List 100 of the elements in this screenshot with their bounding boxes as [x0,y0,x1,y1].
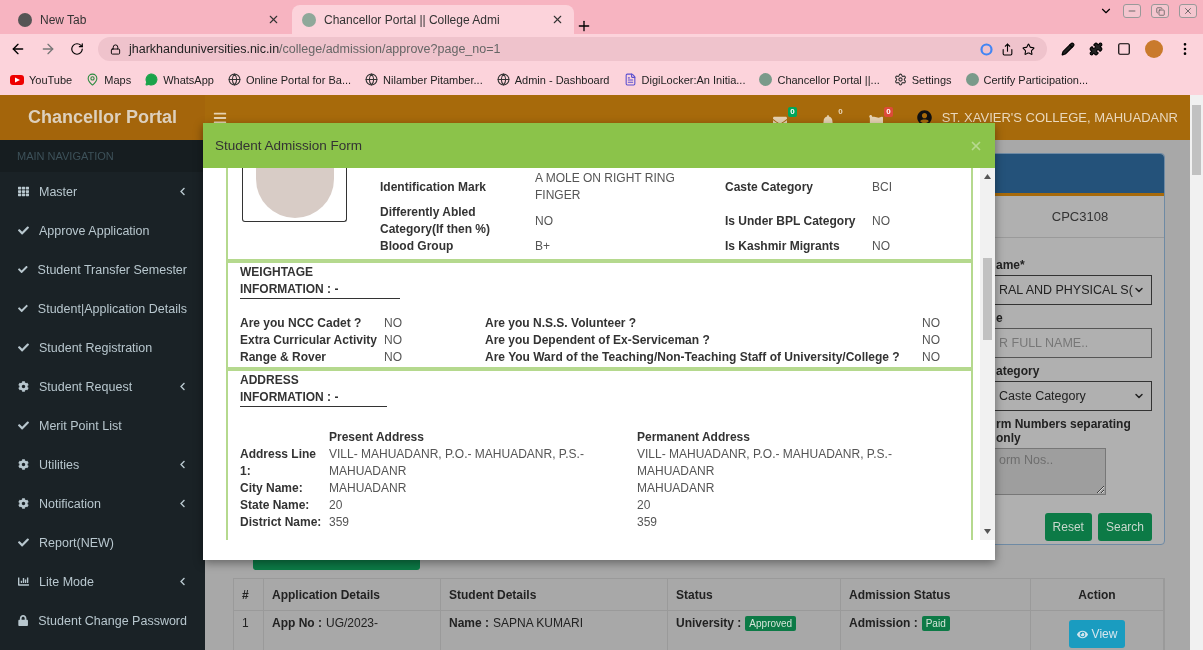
check-icon [18,420,29,431]
field-value: NO [922,349,941,366]
back-icon[interactable] [10,41,26,57]
column-header: Application Details [264,579,441,611]
sidebar-item[interactable]: Lite Mode [0,562,205,601]
globe-icon [365,73,379,86]
document-icon [623,73,637,86]
gear-icon [18,381,29,392]
sidebar-item[interactable]: Report(NEW) [0,523,205,562]
sidebar-item[interactable]: Master [0,172,205,211]
field-value: B+ [535,238,551,255]
forward-icon[interactable] [40,41,56,57]
scroll-thumb[interactable] [983,258,992,340]
bookmark-link[interactable]: Admin - Dashboard [496,73,610,86]
notification-count: 0 [884,106,893,117]
section-heading: ADDRESS INFORMATION : - [240,372,387,407]
field-label: e [996,311,1004,325]
bookmark-link[interactable]: YouTube [10,73,73,86]
bookmark-link[interactable]: WhatsApp [145,73,214,86]
section-label: MAIN NAVIGATION [0,140,205,172]
field-label: Address Line 1: [240,446,318,480]
pencil-icon[interactable] [1061,42,1075,56]
sidebar-item[interactable]: Student|Application Details [0,289,205,328]
settings-icon [893,73,907,86]
user-avatar-icon [916,110,932,125]
sidebar-item[interactable]: Student Transfer Semester [0,250,205,289]
bookmark-link[interactable]: Maps [86,73,132,86]
column-header: Admission Status [841,579,1031,611]
field-value: VILL- MAHUADANR, P.O.- MAHUADANR, P.S.- MAHUADANR [329,446,585,480]
field-label: University : [676,616,742,630]
check-icon [18,303,28,314]
bar-chart-icon [18,576,29,587]
field-label: District Name: [240,514,323,531]
bookmark-star-icon[interactable] [1022,42,1035,56]
bookmark-link[interactable]: Chancellor Portal ||... [759,73,880,86]
field-value: MAHUADANR [329,480,408,497]
brand-title: Chancellor Portal [0,95,205,140]
field-label: rm Numbers separating only [996,417,1132,445]
field-value: NO [384,315,403,332]
action-button[interactable]: Search [1097,513,1152,541]
sidebar-item[interactable]: Notification [0,484,205,523]
table-cell: 1 [234,611,264,650]
reload-icon[interactable] [70,42,84,56]
sidebar-item[interactable]: Student Request [0,367,205,406]
scroll-thumb[interactable] [1192,105,1201,175]
column-header: Action [1031,579,1164,611]
field-value: NO [872,212,891,230]
tab-favicon-icon [302,12,316,27]
field-label: Are you NCC Cadet ? [240,315,363,332]
close-button[interactable] [1179,4,1197,18]
action-button[interactable]: Reset [1044,513,1092,541]
lock-icon [18,615,29,626]
share-icon[interactable] [1001,42,1014,56]
sidebar-item[interactable]: Merit Point List [0,406,205,445]
close-icon[interactable] [551,13,564,26]
field-label: Name : [449,616,489,630]
field-label: Blood Group [380,238,455,255]
globe-icon [227,73,241,86]
chat-icon [145,73,159,86]
globe-icon [496,73,510,86]
field-label: Admission : [849,616,918,630]
side-panel-icon[interactable] [1117,42,1131,56]
sidebar-item[interactable]: Utilities [0,445,205,484]
close-icon[interactable] [267,13,280,26]
bookmark-link[interactable]: DigiLocker:An Initia... [623,73,746,86]
field-label: Is Under BPL Category [725,212,857,230]
field-label: Caste Category [725,178,815,196]
close-icon [1183,6,1193,16]
column-header: Status [668,579,841,611]
field-label: Are You Ward of the Teaching/Non-Teaching Staff of University/College ? [485,349,901,366]
sidebar-item[interactable]: Student Registration [0,328,205,367]
field-value: NO [922,315,941,332]
field-value: 20 [637,497,652,514]
browser-tab[interactable]: New Tab [8,5,290,34]
modal-title: Student Admission Form [215,138,363,153]
sidebar-item[interactable]: Approve Application [0,211,205,250]
field-label: Are you Dependent of Ex-Serviceman ? [485,332,711,349]
tab-favicon-icon [18,12,32,27]
new-tab-icon[interactable] [576,18,592,34]
address-bar[interactable]: jharkhanduniversities.nic.in/college/admission/approve?page_no=1 [98,37,1047,61]
scroll-up-icon[interactable] [984,174,991,179]
column-header: # [234,579,264,611]
browser-tab[interactable]: Chancellor Portal || College Admi [292,5,574,34]
gear-icon [18,498,29,509]
bookmark-link[interactable]: Online Portal for Ba... [227,73,352,86]
check-icon [18,537,29,548]
field-label: Extra Curricular Activity [240,332,378,349]
lock-icon [110,43,121,55]
sidebar-item[interactable]: Student Change Password [0,601,205,640]
bookmark-link[interactable]: Nilamber Pitamber... [365,73,483,86]
check-icon [18,264,28,275]
bookmark-link[interactable]: Certify Participation... [965,73,1089,86]
field-value: NO [535,212,554,230]
field-value: SAPNA KUMARI [493,616,584,630]
eye-icon [1076,628,1088,640]
puzzle-icon[interactable] [1089,42,1103,56]
field-value: NO [384,349,403,366]
field-label: State Name: [240,497,311,514]
bookmark-link[interactable]: Settings [893,73,952,86]
scroll-down-icon[interactable] [984,529,991,534]
